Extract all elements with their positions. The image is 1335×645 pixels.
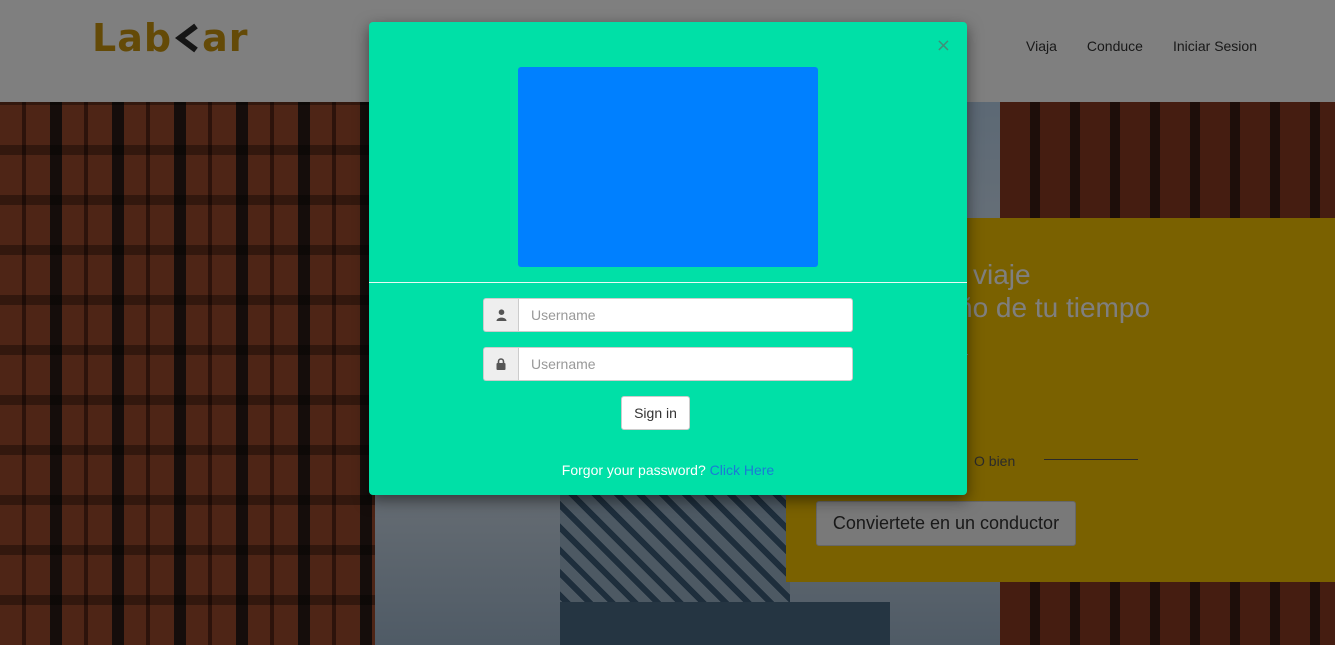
- lock-icon: [483, 347, 518, 381]
- modal-divider: [369, 282, 967, 283]
- forgot-password-link[interactable]: Click Here: [710, 462, 775, 478]
- close-icon[interactable]: ×: [936, 35, 951, 56]
- forgot-password-text: Forgor your password?: [561, 462, 706, 478]
- password-field-group: [483, 347, 853, 381]
- user-icon: [483, 298, 518, 332]
- username-input[interactable]: [518, 298, 853, 332]
- login-modal: × Sign in Forgor your password? Click He…: [369, 22, 967, 495]
- password-input[interactable]: [518, 347, 853, 381]
- forgot-password-row: Forgor your password? Click Here: [369, 462, 967, 478]
- sign-in-button[interactable]: Sign in: [621, 396, 690, 430]
- username-field-group: [483, 298, 853, 332]
- modal-image-placeholder: [518, 67, 818, 267]
